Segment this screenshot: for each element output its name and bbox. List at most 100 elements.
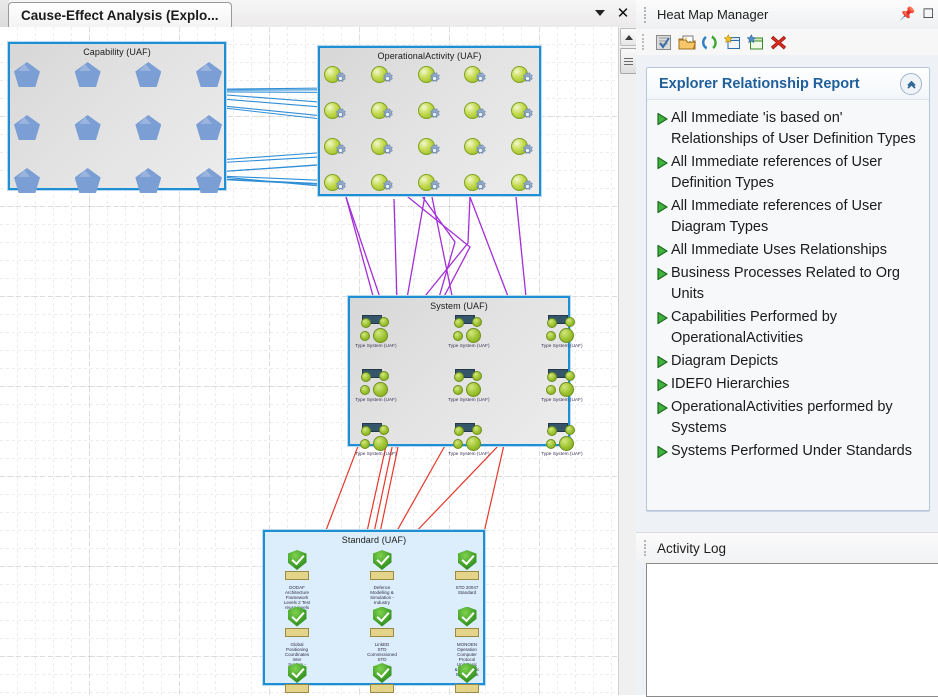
diagram-node[interactable]: MiniSTD-STD xyxy=(277,663,317,695)
standard-shield-icon[interactable] xyxy=(452,606,482,641)
toolbar-drag-handle[interactable] xyxy=(642,33,650,51)
diagram-node[interactable] xyxy=(417,174,444,194)
diagram-node[interactable]: Type System (UAF) xyxy=(354,315,398,349)
refresh-arrow-icon[interactable] xyxy=(699,32,720,53)
scroll-thumb-icon[interactable] xyxy=(620,48,637,74)
standard-shield-icon[interactable] xyxy=(282,550,312,584)
capability-pentagon-icon[interactable] xyxy=(74,115,101,140)
operational-activity-icon[interactable] xyxy=(370,66,397,86)
diagram-node[interactable] xyxy=(511,102,537,122)
diagram-node[interactable] xyxy=(135,115,162,140)
operational-activity-icon[interactable] xyxy=(324,102,350,122)
diagram-node[interactable]: DODAF Architecture Framework Levels 2 Test r… xyxy=(277,550,317,610)
operational-activity-icon[interactable] xyxy=(370,138,397,158)
diagram-node[interactable]: Type System (UAF) xyxy=(540,423,584,457)
diagram-node[interactable] xyxy=(511,174,537,194)
operational-activity-icon[interactable] xyxy=(464,174,490,194)
diagram-frame-system[interactable]: System (UAF) Type System (UAF) Type System… xyxy=(348,296,583,457)
capability-pentagon-icon[interactable] xyxy=(135,168,162,193)
diagram-node[interactable] xyxy=(324,174,350,194)
diagram-node[interactable] xyxy=(324,102,350,122)
diagram-node[interactable]: Type System (UAF) xyxy=(447,423,491,457)
capability-pentagon-icon[interactable] xyxy=(196,168,222,193)
report-item-6[interactable]: Diagram Depicts xyxy=(653,351,921,372)
diagram-node[interactable] xyxy=(370,138,397,158)
standard-shield-icon[interactable] xyxy=(282,663,312,695)
system-node-icon[interactable] xyxy=(452,315,486,343)
diagram-node[interactable] xyxy=(135,62,162,87)
diagram-node[interactable] xyxy=(196,115,222,140)
capability-pentagon-icon[interactable] xyxy=(14,168,40,193)
diagram-node[interactable] xyxy=(74,115,101,140)
operational-activity-icon[interactable] xyxy=(370,174,397,194)
operational-activity-icon[interactable] xyxy=(417,102,444,122)
diagram-node[interactable] xyxy=(417,138,444,158)
capability-pentagon-icon[interactable] xyxy=(74,168,101,193)
report-item-0[interactable]: All Immediate 'is based on' Relationship… xyxy=(653,108,921,150)
report-item-8[interactable]: OperationalActivities performed by Syste… xyxy=(653,397,921,439)
diagram-node[interactable] xyxy=(324,66,350,86)
operational-activity-icon[interactable] xyxy=(324,66,350,86)
capability-pentagon-icon[interactable] xyxy=(14,115,40,140)
operational-activity-icon[interactable] xyxy=(324,174,350,194)
diagram-node[interactable] xyxy=(14,168,40,193)
operational-activity-icon[interactable] xyxy=(464,138,490,158)
diagram-node[interactable] xyxy=(511,138,537,158)
standard-shield-icon[interactable] xyxy=(452,663,482,695)
diagram-node[interactable] xyxy=(464,138,490,158)
capability-pentagon-icon[interactable] xyxy=(14,62,40,87)
activity-log-textarea[interactable] xyxy=(646,563,938,697)
operational-activity-icon[interactable] xyxy=(417,66,444,86)
system-node-icon[interactable] xyxy=(359,423,393,451)
pushpin-icon[interactable]: 📌 xyxy=(899,7,915,22)
diagram-node[interactable]: STD 20047 Standard xyxy=(447,550,487,595)
report-item-2[interactable]: All Immediate references of User Diagram… xyxy=(653,196,921,238)
diagram-node[interactable]: Defence Modelling & Simulation - Industry xyxy=(362,550,402,605)
open-folder-image-icon[interactable] xyxy=(676,32,697,53)
diagram-node[interactable] xyxy=(417,66,444,86)
delete-red-x-icon[interactable] xyxy=(768,32,789,53)
report-item-9[interactable]: Systems Performed Under Standards xyxy=(653,441,921,462)
export-window-icon[interactable] xyxy=(745,32,766,53)
system-node-icon[interactable] xyxy=(452,423,486,451)
window-close-icon[interactable]: ☐ xyxy=(922,7,934,22)
standard-shield-icon[interactable] xyxy=(367,606,397,641)
capability-pentagon-icon[interactable] xyxy=(135,62,162,87)
operational-activity-icon[interactable] xyxy=(511,102,537,122)
diagram-node[interactable]: GlobalPositioningCoordinatesInterSystem … xyxy=(277,606,317,672)
diagram-canvas[interactable]: Capability (UAF) OperationalActivity (UAF… xyxy=(0,27,636,695)
diagram-node[interactable] xyxy=(417,102,444,122)
activity-log-drag-handle[interactable] xyxy=(643,539,653,557)
operational-activity-icon[interactable] xyxy=(417,138,444,158)
capability-pentagon-icon[interactable] xyxy=(196,115,222,140)
capability-pentagon-icon[interactable] xyxy=(135,115,162,140)
system-node-icon[interactable] xyxy=(359,369,393,397)
diagram-node[interactable] xyxy=(370,66,397,86)
diagram-node[interactable]: Type System (UAF) xyxy=(354,369,398,403)
system-node-icon[interactable] xyxy=(545,315,579,343)
diagram-node[interactable]: Type System (UAF) xyxy=(540,315,584,349)
close-icon[interactable]: ✕ xyxy=(616,5,630,20)
operational-activity-icon[interactable] xyxy=(464,102,490,122)
diagram-node[interactable] xyxy=(464,102,490,122)
report-item-3[interactable]: All Immediate Uses Relationships xyxy=(653,240,921,261)
tab-cause-effect-analysis[interactable]: Cause-Effect Analysis (Explo... xyxy=(8,2,232,28)
standard-shield-icon[interactable] xyxy=(367,550,397,584)
diagram-node[interactable] xyxy=(511,66,537,86)
diagram-node[interactable] xyxy=(135,168,162,193)
diagram-node[interactable] xyxy=(464,66,490,86)
scroll-up-arrow-icon[interactable] xyxy=(620,28,637,46)
diagram-node[interactable] xyxy=(74,62,101,87)
standard-shield-icon[interactable] xyxy=(282,606,312,641)
operational-activity-icon[interactable] xyxy=(511,66,537,86)
diagram-node[interactable]: Type System (UAF) xyxy=(540,369,584,403)
report-item-1[interactable]: All Immediate references of User Definit… xyxy=(653,152,921,194)
operational-activity-icon[interactable] xyxy=(464,66,490,86)
diagram-node[interactable] xyxy=(74,168,101,193)
panel-drag-handle[interactable] xyxy=(643,6,653,24)
new-window-star-icon[interactable] xyxy=(722,32,743,53)
system-node-icon[interactable] xyxy=(545,369,579,397)
system-node-icon[interactable] xyxy=(452,369,486,397)
operational-activity-icon[interactable] xyxy=(324,138,350,158)
diagram-node[interactable] xyxy=(14,115,40,140)
